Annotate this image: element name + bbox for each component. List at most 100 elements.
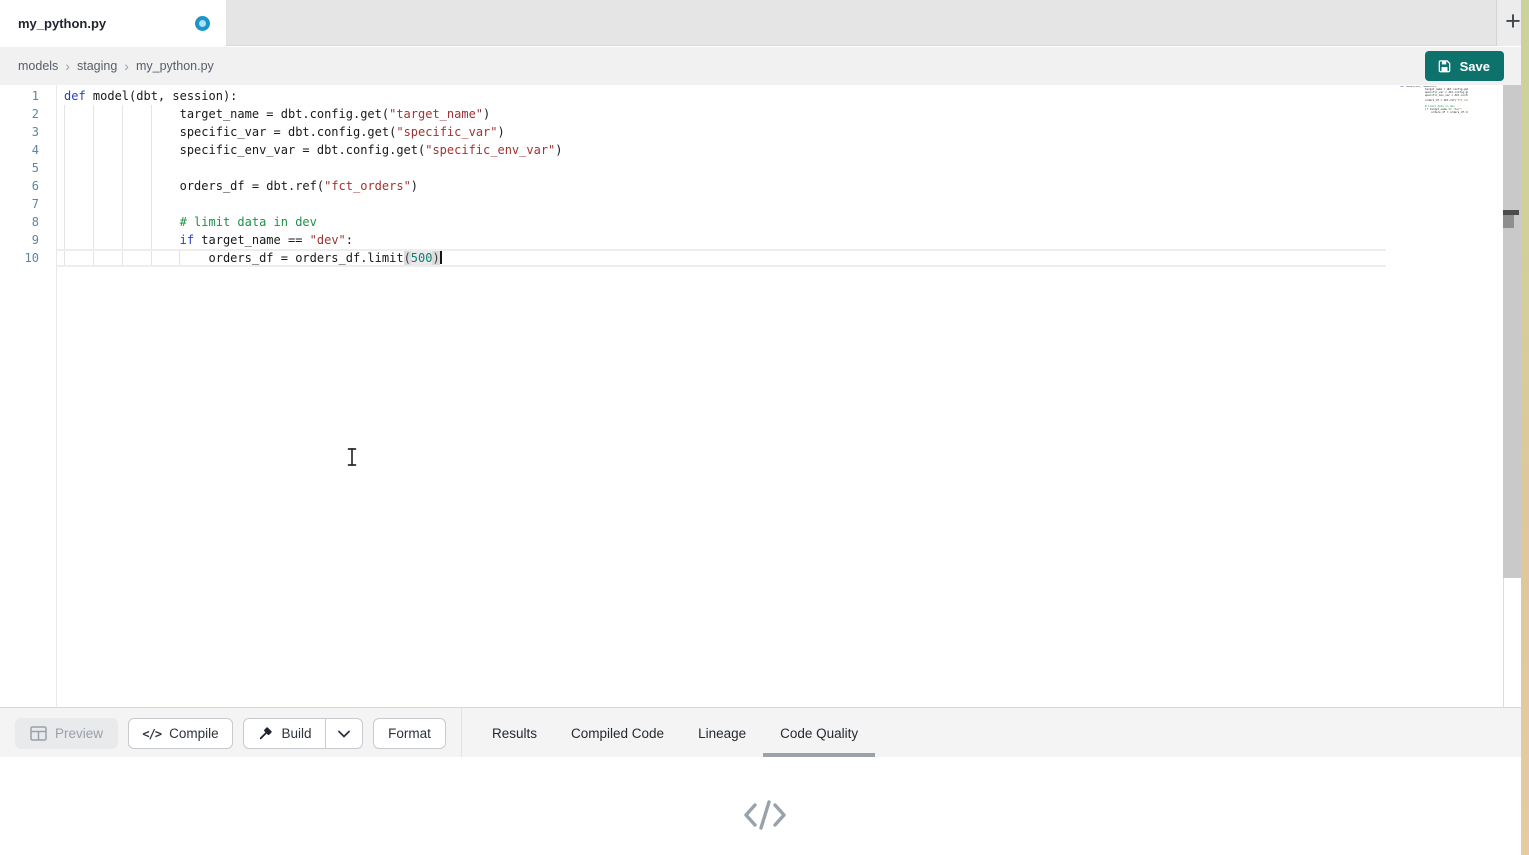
breadcrumb: models › staging › my_python.py Save [0,47,1529,85]
tab-results[interactable]: Results [475,708,554,758]
indent-guide [64,123,65,141]
indent-guide [93,105,94,123]
code-lines: def model(dbt, session): target_name = d… [57,85,1503,267]
code-line[interactable]: specific_var = dbt.config.get("specific_… [57,123,1503,141]
indent-guide [122,213,123,231]
indent-guide [122,177,123,195]
indent-guide [151,231,152,249]
hammer-icon [257,726,273,742]
indent-guide [93,177,94,195]
indent-guide [151,159,152,177]
format-button[interactable]: Format [373,718,446,749]
tab-lineage[interactable]: Lineage [681,708,763,758]
editor-tab-bar: my_python.py + [0,0,1529,46]
indent-guide [122,251,123,265]
code-line[interactable]: orders_df = orders_df.limit(500) [57,249,1386,267]
tab-code-quality[interactable]: Code Quality [763,708,875,758]
indent-guide [93,123,94,141]
code-line[interactable] [57,159,1503,177]
compile-button[interactable]: </> Compile [128,718,233,749]
scrollbar-thumb[interactable] [1503,85,1521,578]
save-button[interactable]: Save [1425,51,1504,81]
text-cursor [440,251,442,264]
code-editor[interactable]: 12345678910 def model(dbt, session): tar… [0,85,1529,707]
line-number-gutter: 12345678910 [0,85,57,707]
result-panel-tabs: Results Compiled Code Lineage Code Quali… [475,708,875,758]
floppy-save-icon [1437,59,1452,74]
breadcrumb-separator-icon: › [65,58,70,74]
code-line[interactable] [57,195,1503,213]
minimap[interactable]: def model(dbt, session): target_name = d… [1400,86,1468,120]
chevron-down-icon [337,729,351,739]
tab-results-label: Results [492,726,537,741]
compile-button-label: Compile [169,726,219,741]
indent-guide [151,141,152,159]
line-number: 5 [0,159,56,177]
indent-guide [93,159,94,177]
screen-edge-artifact [1521,0,1529,855]
indent-guide [122,231,123,249]
indent-guide [93,251,94,265]
indent-guide [122,123,123,141]
indent-guide [122,159,123,177]
scrollbar-track-lower [1503,578,1521,707]
line-number: 1 [0,87,56,105]
indent-guide [122,141,123,159]
indent-guide [93,231,94,249]
dbt-ide-window: my_python.py + models › staging › my_pyt… [0,0,1529,855]
indent-guide [151,213,152,231]
indent-guide [151,195,152,213]
scrollbar-selection-marker [1503,215,1514,228]
indent-guide [179,251,180,265]
line-number: 10 [0,249,56,267]
indent-guide [151,105,152,123]
indent-guide [64,195,65,213]
tab-code-quality-label: Code Quality [780,726,858,741]
build-options-dropdown-button[interactable] [326,719,362,748]
build-split-button: Build [243,718,363,749]
code-line[interactable]: orders_df = dbt.ref("fct_orders") [57,177,1503,195]
breadcrumb-item-models: models [18,59,58,73]
tab-compiled-code[interactable]: Compiled Code [554,708,681,758]
indent-guide [64,159,65,177]
save-button-label: Save [1460,59,1490,74]
breadcrumb-item-staging: staging [77,59,117,73]
code-line[interactable]: specific_env_var = dbt.config.get("speci… [57,141,1503,159]
build-button[interactable]: Build [244,719,326,748]
code-line[interactable]: def model(dbt, session): [57,87,1503,105]
preview-button[interactable]: Preview [15,718,118,749]
code-brackets-icon: </> [142,727,161,741]
indent-guide [151,123,152,141]
build-button-label: Build [281,726,311,741]
indent-guide [151,177,152,195]
code-line[interactable]: if target_name == "dev": [57,231,1503,249]
tab-my-python-py[interactable]: my_python.py [0,0,226,46]
format-button-label: Format [388,726,431,741]
preview-button-label: Preview [55,726,103,741]
mouse-ibeam-cursor [345,447,359,467]
empty-state-code-icon [742,799,788,831]
line-number: 2 [0,105,56,123]
tab-bar-empty-space [226,0,1496,45]
code-line[interactable]: # limit data in dev [57,213,1503,231]
indent-guide [64,177,65,195]
indent-guide [64,251,65,265]
line-number: 6 [0,177,56,195]
tab-title: my_python.py [18,16,195,31]
code-line[interactable]: target_name = dbt.config.get("target_nam… [57,105,1503,123]
new-tab-button[interactable]: + [1505,8,1521,39]
indent-guide [93,195,94,213]
indent-guide [64,105,65,123]
breadcrumb-separator-icon: › [124,58,129,74]
indent-guide [64,231,65,249]
indent-guide [64,141,65,159]
code-quality-panel [0,757,1529,855]
line-number: 3 [0,123,56,141]
scrollbar-track[interactable] [1503,85,1521,707]
indent-guide [64,213,65,231]
toolbar-divider [461,708,462,757]
indent-guide [93,141,94,159]
indent-guide [151,251,152,265]
line-number: 9 [0,231,56,249]
indent-guide [93,213,94,231]
